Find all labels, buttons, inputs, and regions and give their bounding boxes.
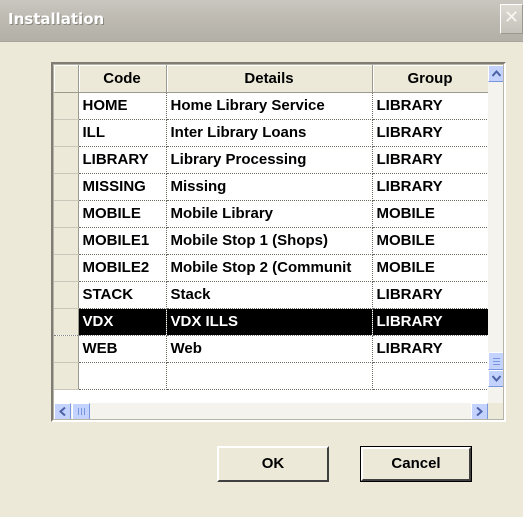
title-bar[interactable]: Installation ✕ <box>0 0 523 42</box>
cell-group[interactable]: MOBILE <box>372 254 489 282</box>
cell-code[interactable]: MOBILE <box>78 200 167 228</box>
row-selector[interactable] <box>54 362 79 390</box>
row-selector[interactable] <box>54 92 79 120</box>
cell-details[interactable]: Mobile Stop 1 (Shops) <box>166 227 373 255</box>
scroll-down-button[interactable] <box>488 370 503 387</box>
table-row[interactable]: MOBILE1 Mobile Stop 1 (Shops) MOBILE <box>54 227 489 255</box>
scrollbar-corner <box>488 403 503 419</box>
cell-details[interactable]: Inter Library Loans <box>166 119 373 147</box>
cell-group[interactable]: MOBILE <box>372 227 489 255</box>
cell-details[interactable]: Missing <box>166 173 373 201</box>
installation-dialog: Installation ✕ Code Details Group HOME H… <box>0 0 523 517</box>
vertical-scrollbar[interactable] <box>488 65 503 403</box>
cell-group[interactable]: LIBRARY <box>372 92 489 120</box>
cell-code[interactable] <box>78 362 167 390</box>
cell-details[interactable]: Home Library Service <box>166 92 373 120</box>
grid-header-row: Code Details Group <box>54 65 489 93</box>
table-row[interactable]: ILL Inter Library Loans LIBRARY <box>54 119 489 147</box>
scroll-left-button[interactable] <box>54 403 71 419</box>
ok-button[interactable]: OK <box>217 446 329 482</box>
scroll-right-button[interactable] <box>471 403 488 419</box>
row-selector[interactable] <box>54 281 79 309</box>
cell-details[interactable]: Stack <box>166 281 373 309</box>
cell-group[interactable]: LIBRARY <box>372 281 489 309</box>
table-row[interactable]: LIBRARY Library Processing LIBRARY <box>54 146 489 174</box>
cell-code[interactable]: MISSING <box>78 173 167 201</box>
cell-group[interactable]: LIBRARY <box>372 119 489 147</box>
scroll-up-button[interactable] <box>488 65 503 82</box>
table-row[interactable]: STACK Stack LIBRARY <box>54 281 489 309</box>
table-row[interactable]: MOBILE2 Mobile Stop 2 (Communit MOBILE <box>54 254 489 282</box>
window-title: Installation <box>8 10 105 28</box>
cell-code[interactable]: STACK <box>78 281 167 309</box>
cell-group[interactable]: LIBRARY <box>372 308 489 336</box>
cell-group[interactable]: LIBRARY <box>372 335 489 363</box>
table-row[interactable]: WEB Web LIBRARY <box>54 335 489 363</box>
cell-details[interactable]: Web <box>166 335 373 363</box>
row-selector[interactable] <box>54 254 79 282</box>
table-row[interactable]: HOME Home Library Service LIBRARY <box>54 92 489 120</box>
cell-code[interactable]: ILL <box>78 119 167 147</box>
cell-details[interactable]: VDX ILLS <box>166 308 373 336</box>
row-selector[interactable] <box>54 227 79 255</box>
table-row[interactable]: VDX VDX ILLS LIBRARY <box>54 308 489 336</box>
cell-details[interactable]: Library Processing <box>166 146 373 174</box>
chevron-right-icon <box>476 407 483 416</box>
cell-group[interactable]: MOBILE <box>372 200 489 228</box>
cell-details[interactable] <box>166 362 373 390</box>
grid-table: Code Details Group HOME Home Library Serv… <box>54 65 489 390</box>
close-button[interactable]: ✕ <box>500 4 523 34</box>
cancel-button[interactable]: Cancel <box>360 446 472 482</box>
cell-code[interactable]: LIBRARY <box>78 146 167 174</box>
column-header-group[interactable]: Group <box>372 65 489 93</box>
chevron-left-icon <box>59 407 66 416</box>
close-icon: ✕ <box>503 7 520 28</box>
row-selector[interactable] <box>54 200 79 228</box>
horizontal-scrollbar[interactable] <box>54 403 488 419</box>
vertical-scroll-thumb[interactable] <box>488 352 503 370</box>
horizontal-scroll-thumb[interactable] <box>72 403 90 419</box>
cell-details[interactable]: Mobile Library <box>166 200 373 228</box>
table-row[interactable]: MISSING Missing LIBRARY <box>54 173 489 201</box>
cell-group[interactable] <box>372 362 489 390</box>
cell-code[interactable]: WEB <box>78 335 167 363</box>
cell-code[interactable]: VDX <box>78 308 167 336</box>
installation-grid: Code Details Group HOME Home Library Serv… <box>51 62 506 422</box>
column-header-details[interactable]: Details <box>166 65 373 93</box>
cell-group[interactable]: LIBRARY <box>372 173 489 201</box>
cell-code[interactable]: HOME <box>78 92 167 120</box>
row-selector-header <box>54 65 79 93</box>
table-row[interactable] <box>54 362 489 390</box>
chevron-down-icon <box>492 375 501 382</box>
cell-code[interactable]: MOBILE1 <box>78 227 167 255</box>
table-row[interactable]: MOBILE Mobile Library MOBILE <box>54 200 489 228</box>
cell-details[interactable]: Mobile Stop 2 (Communit <box>166 254 373 282</box>
row-selector[interactable] <box>54 146 79 174</box>
cell-group[interactable]: LIBRARY <box>372 146 489 174</box>
cell-code[interactable]: MOBILE2 <box>78 254 167 282</box>
chevron-up-icon <box>492 70 501 77</box>
row-selector[interactable] <box>54 119 79 147</box>
column-header-code[interactable]: Code <box>78 65 167 93</box>
row-selector[interactable] <box>54 173 79 201</box>
row-selector[interactable] <box>54 308 79 336</box>
row-selector[interactable] <box>54 335 79 363</box>
